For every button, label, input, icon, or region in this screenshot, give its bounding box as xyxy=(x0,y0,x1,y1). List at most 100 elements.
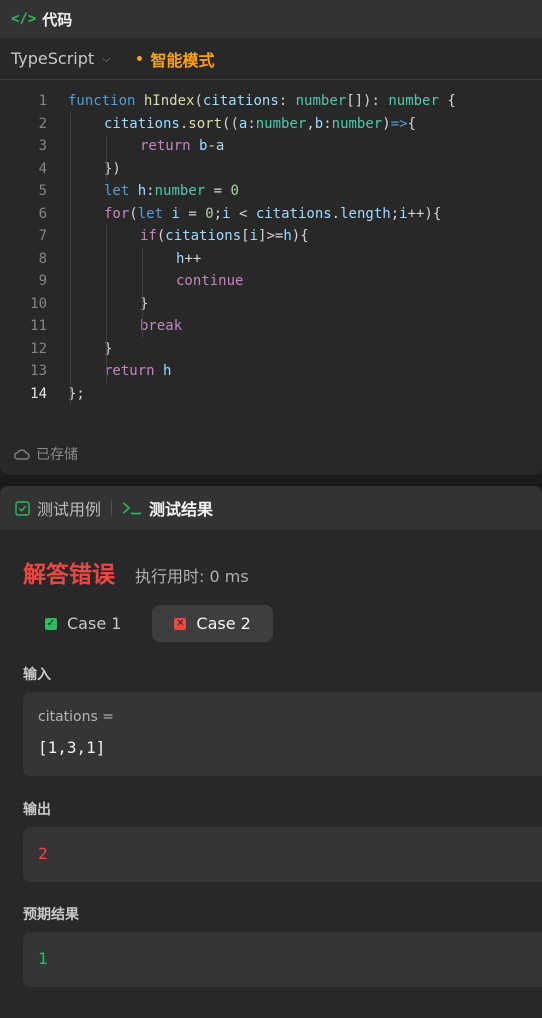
code-token: ){ xyxy=(291,228,309,244)
input-box: citations = [1,3,1] xyxy=(23,692,542,776)
code-token: b xyxy=(314,115,324,132)
editor-toolbar: TypeScript ⌵ 智能模式 xyxy=(0,38,542,80)
code-text: } xyxy=(47,338,112,361)
code-token: let xyxy=(137,205,164,222)
code-line: 11 break xyxy=(0,315,542,338)
code-text: }) xyxy=(47,158,121,181)
code-panel-title: 代码 xyxy=(42,10,73,29)
code-token: { xyxy=(407,115,416,132)
tab-testcases[interactable]: 测试用例 xyxy=(15,496,101,520)
code-token: 0 xyxy=(230,183,239,199)
code-token: ( xyxy=(129,205,138,222)
code-token: < xyxy=(230,205,256,222)
code-panel: </> 代码 TypeScript ⌵ 智能模式 1 function hInde… xyxy=(0,0,542,475)
code-text: break xyxy=(47,315,182,338)
code-line: 12} xyxy=(0,338,542,361)
code-line: 3 return b-a xyxy=(0,135,542,158)
mode-dot-icon xyxy=(136,56,142,61)
code-token: return xyxy=(104,363,155,379)
code-token: . xyxy=(331,205,341,222)
code-token: citations xyxy=(202,93,279,109)
pass-check-icon: ✓ xyxy=(45,617,57,630)
line-number: 6 xyxy=(38,205,47,222)
case-1-button[interactable]: ✓ Case 1 xyxy=(23,605,143,642)
language-select[interactable]: TypeScript ⌵ xyxy=(11,49,111,68)
code-token: ) xyxy=(382,115,391,132)
line-number: 13 xyxy=(30,363,47,379)
code-token: 0 xyxy=(205,205,214,222)
code-token: : xyxy=(323,115,332,132)
language-label: TypeScript xyxy=(11,49,95,68)
code-line: 4}) xyxy=(0,158,542,181)
code-token: number xyxy=(388,93,439,109)
line-number: 10 xyxy=(30,295,47,312)
code-token: h xyxy=(283,228,292,244)
code-token: [ xyxy=(241,228,250,244)
input-variable-name: citations = xyxy=(38,709,114,725)
code-token: []): xyxy=(346,93,389,109)
indent-guide xyxy=(106,135,107,180)
line-number: 9 xyxy=(38,273,47,289)
code-token: => xyxy=(390,115,408,132)
code-editor[interactable]: 1 function hIndex(citations: number[]): n… xyxy=(0,80,542,405)
code-token: number xyxy=(255,115,307,132)
code-token: citations xyxy=(104,115,180,132)
code-token: h xyxy=(163,363,172,379)
code-token: (( xyxy=(222,115,239,132)
tab-testcases-label: 测试用例 xyxy=(37,500,102,519)
code-token: if xyxy=(140,228,157,244)
line-number: 3 xyxy=(38,138,47,154)
output-section-label: 输出 xyxy=(23,802,51,818)
code-brackets-icon: </> xyxy=(11,11,37,27)
code-token: i xyxy=(249,228,259,244)
code-token: : xyxy=(247,115,256,132)
code-line: 8 h++ xyxy=(0,248,542,271)
code-text: let h:number = 0 xyxy=(47,180,239,203)
tab-result[interactable]: 测试结果 xyxy=(122,496,213,520)
code-line: 13 return h xyxy=(0,360,542,383)
line-number: 7 xyxy=(38,228,47,244)
code-token: hIndex xyxy=(143,93,195,109)
indent-guide xyxy=(142,247,143,338)
case-1-label: Case 1 xyxy=(67,614,122,633)
code-text: return b-a xyxy=(47,135,224,158)
code-line: 10} xyxy=(0,293,542,316)
line-number: 2 xyxy=(38,115,47,132)
code-token: ]>= xyxy=(258,228,284,244)
code-line: 2 citations.sort((a:number,b:number)=>{ xyxy=(0,113,542,136)
code-token: length xyxy=(340,205,391,222)
smart-mode-toggle[interactable]: 智能模式 xyxy=(151,47,215,71)
code-line: 9 continue xyxy=(0,270,542,293)
line-number: 5 xyxy=(38,183,47,199)
code-line: 7 if(citations[i]>=h){ xyxy=(0,225,542,248)
code-panel-header: </> 代码 xyxy=(0,0,542,38)
tab-result-label: 测试结果 xyxy=(149,500,214,519)
terminal-icon xyxy=(122,502,142,515)
runtime-label: 执行用时: 0 ms xyxy=(135,567,249,586)
code-token: number xyxy=(154,183,206,199)
code-token: : xyxy=(278,93,296,109)
code-token: = xyxy=(205,183,231,199)
indent-guide xyxy=(106,225,107,383)
code-token: a xyxy=(215,138,225,154)
case-2-button[interactable]: ✕ Case 2 xyxy=(152,605,273,642)
expected-section-label: 预期结果 xyxy=(23,907,79,923)
code-token: = xyxy=(179,205,206,222)
code-token: i xyxy=(399,205,408,222)
code-text: return h xyxy=(47,360,171,383)
checkbox-icon xyxy=(15,500,30,516)
tab-divider xyxy=(111,500,113,516)
input-value: [1,3,1] xyxy=(38,738,106,757)
line-number: 4 xyxy=(38,160,47,177)
code-token: i xyxy=(222,205,231,222)
code-token: break xyxy=(140,318,183,334)
code-token: i xyxy=(171,205,180,222)
code-token: number xyxy=(295,93,347,109)
result-tabs-bar: 测试用例 测试结果 xyxy=(0,486,542,530)
saved-status-label: 已存储 xyxy=(36,447,78,463)
code-token: number xyxy=(331,115,383,132)
